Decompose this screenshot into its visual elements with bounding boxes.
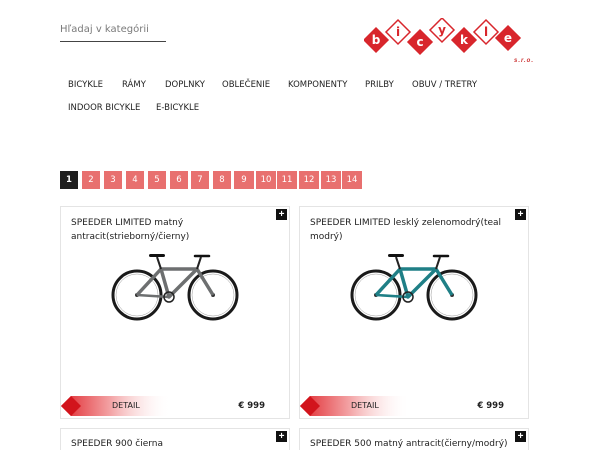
- product-card[interactable]: + SPEEDER 500 matný antracit(čierny/modr…: [299, 428, 529, 450]
- product-title[interactable]: SPEEDER 900 čierna metalíza(strieborný/z…: [71, 437, 271, 450]
- page-button-9[interactable]: 9: [234, 171, 254, 189]
- logo-letter: c: [416, 35, 423, 49]
- page-button-8[interactable]: 8: [213, 171, 231, 189]
- search-input[interactable]: [60, 18, 166, 40]
- page-button-13[interactable]: 13: [321, 171, 341, 189]
- product-footer: DETAIL € 999: [61, 396, 289, 418]
- nav-item-ramy[interactable]: RÁMY: [122, 80, 146, 90]
- seatpost: [395, 256, 401, 270]
- product-card[interactable]: + SPEEDER 900 čierna metalíza(strieborný…: [60, 428, 290, 450]
- nav-item-prilby[interactable]: PRILBY: [365, 80, 394, 90]
- product-footer: DETAIL € 999: [300, 396, 528, 418]
- logo-suffix: s.r.o.: [514, 58, 535, 64]
- product-price: € 999: [477, 401, 504, 411]
- expand-plus-icon[interactable]: +: [276, 431, 287, 442]
- logo-letter: e: [504, 31, 512, 45]
- page-button-4[interactable]: 4: [126, 171, 144, 189]
- logo-letter: y: [438, 23, 446, 37]
- page-button-7[interactable]: 7: [191, 171, 209, 189]
- product-title[interactable]: SPEEDER 500 matný antracit(čierny/modrý): [310, 437, 510, 450]
- bicycle-image[interactable]: [348, 243, 480, 323]
- logo-letter: l: [484, 25, 488, 39]
- page-button-11[interactable]: 11: [277, 171, 297, 189]
- product-title[interactable]: SPEEDER LIMITED matný antracit(strieborn…: [71, 216, 271, 244]
- product-price: € 999: [238, 401, 265, 411]
- bicycle-image[interactable]: [109, 243, 241, 323]
- page-button-1[interactable]: 1: [60, 171, 78, 189]
- page-button-10[interactable]: 10: [256, 171, 276, 189]
- logo-letter: i: [396, 25, 400, 39]
- logo-letter: b: [372, 33, 381, 47]
- nav-item-indoor-bicykle[interactable]: INDOOR BICYKLE: [68, 103, 140, 113]
- nav-item-komponenty[interactable]: KOMPONENTY: [288, 80, 347, 90]
- page-button-2[interactable]: 2: [82, 171, 100, 189]
- page-button-3[interactable]: 3: [104, 171, 122, 189]
- category-search[interactable]: [60, 18, 166, 42]
- product-title[interactable]: SPEEDER LIMITED lesklý zelenomodrý(teal …: [310, 216, 510, 244]
- detail-link[interactable]: DETAIL: [351, 401, 379, 410]
- expand-plus-icon[interactable]: +: [515, 209, 526, 220]
- expand-plus-icon[interactable]: +: [276, 209, 287, 220]
- detail-link[interactable]: DETAIL: [112, 401, 140, 410]
- page-button-12[interactable]: 12: [299, 171, 319, 189]
- page-button-6[interactable]: 6: [170, 171, 188, 189]
- seatpost: [156, 256, 162, 270]
- nav-item-oblecenie[interactable]: OBLEČENIE: [222, 80, 270, 90]
- logo-letter: k: [460, 33, 469, 47]
- page-button-14[interactable]: 14: [342, 171, 362, 189]
- stem: [435, 256, 441, 270]
- page-button-5[interactable]: 5: [148, 171, 166, 189]
- nav-item-bicykle[interactable]: BICYKLE: [68, 80, 103, 90]
- nav-item-doplnky[interactable]: DOPLNKY: [165, 80, 205, 90]
- expand-plus-icon[interactable]: +: [515, 431, 526, 442]
- saddle: [149, 254, 165, 257]
- saddle: [388, 254, 404, 257]
- nav-item-obuv-tretry[interactable]: OBUV / TRETRY: [412, 80, 477, 90]
- logo[interactable]: b i c yk l e s.r.o.: [362, 16, 544, 68]
- nav-item-e-bicykle[interactable]: E-BICYKLE: [156, 103, 199, 113]
- product-card[interactable]: + SPEEDER LIMITED matný antracit(striebo…: [60, 206, 290, 419]
- product-card[interactable]: + SPEEDER LIMITED lesklý zelenomodrý(tea…: [299, 206, 529, 419]
- stem: [196, 256, 202, 270]
